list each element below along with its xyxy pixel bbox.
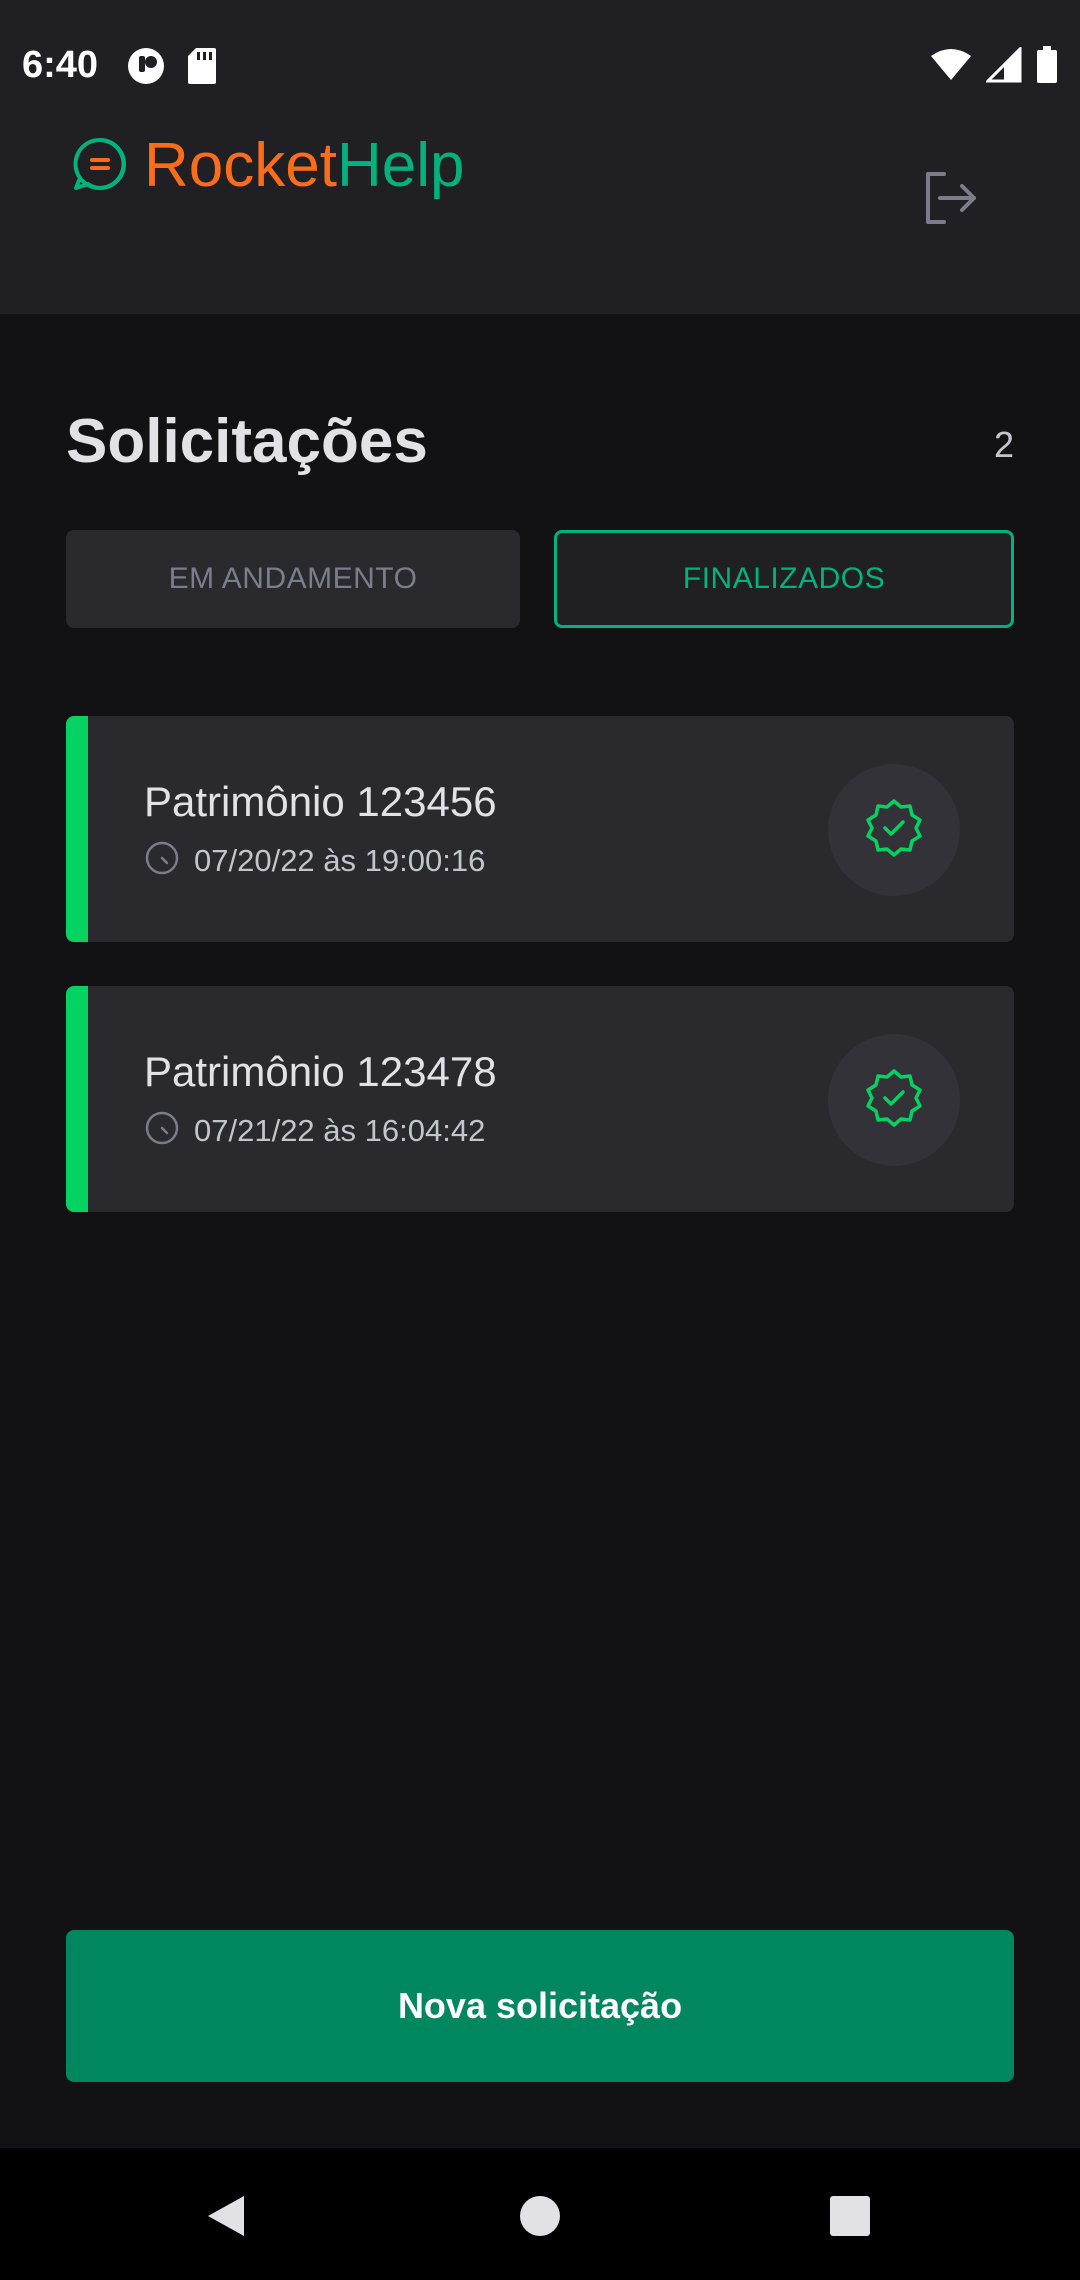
page-title: Solicitações: [66, 407, 428, 476]
request-card[interactable]: Patrimônio 123478 07/21/22 às 16:04:42: [66, 986, 1014, 1212]
clock-icon: [144, 1110, 180, 1151]
back-triangle-icon: [204, 2196, 248, 2242]
brand-name-help: Help: [336, 131, 465, 200]
sd-card-icon: [186, 46, 218, 91]
request-date: 07/21/22 às 16:04:42: [194, 1112, 486, 1148]
status-bar: 6:40: [0, 0, 1080, 130]
main-content: Solicitações 2 EM ANDAMENTO FINALIZADOS …: [0, 314, 1080, 2148]
back-button[interactable]: [204, 2194, 248, 2238]
status-time: 6:40: [22, 44, 99, 86]
brand-logo: RocketHelp: [72, 130, 464, 202]
brand-name: RocketHelp: [144, 130, 464, 202]
recents-square-icon: [828, 2196, 872, 2242]
wifi-icon: [930, 48, 972, 87]
request-title: Patrimônio 123478: [144, 1048, 497, 1095]
recents-button[interactable]: [828, 2194, 872, 2238]
notification-app-icon: [126, 46, 166, 91]
tab-in-progress[interactable]: EM ANDAMENTO: [66, 530, 520, 628]
logout-button[interactable]: [918, 164, 986, 232]
tab-finished[interactable]: FINALIZADOS: [554, 530, 1014, 628]
chat-bubble-icon: [72, 136, 128, 197]
logout-icon: [918, 172, 986, 236]
status-bar-indicator: [66, 716, 88, 942]
check-badge-icon: [863, 797, 925, 864]
brand-name-rocket: Rocket: [144, 131, 337, 200]
request-count: 2: [993, 424, 1014, 465]
signal-icon: [984, 45, 1022, 88]
status-badge: [828, 1034, 960, 1166]
app-header: RocketHelp: [0, 130, 1080, 314]
new-request-button[interactable]: Nova solicitação: [66, 1930, 1014, 2082]
check-badge-icon: [863, 1067, 925, 1134]
clock-icon: [144, 840, 180, 881]
status-badge: [828, 764, 960, 896]
request-date: 07/20/22 às 19:00:16: [194, 842, 486, 878]
system-nav-bar: [0, 2148, 1080, 2280]
status-bar-indicator: [66, 986, 88, 1212]
home-button[interactable]: [518, 2194, 562, 2238]
battery-icon: [1036, 46, 1058, 89]
request-title: Patrimônio 123456: [144, 778, 497, 825]
home-circle-icon: [518, 2196, 562, 2242]
request-card[interactable]: Patrimônio 123456 07/20/22 às 19:00:16: [66, 716, 1014, 942]
